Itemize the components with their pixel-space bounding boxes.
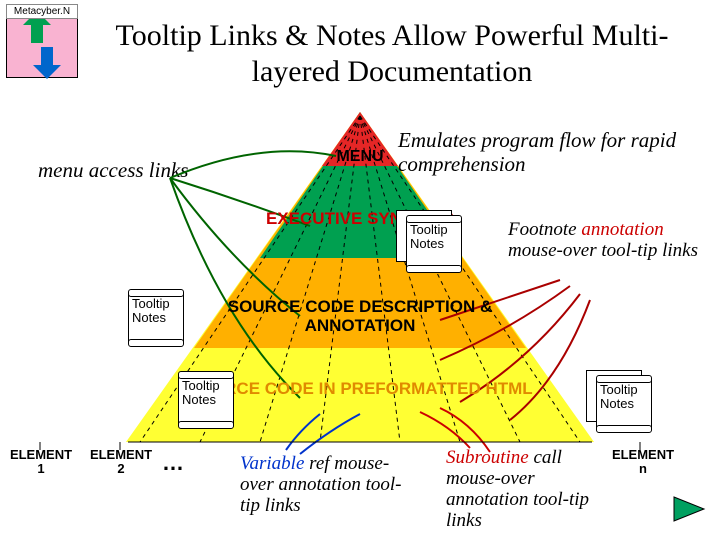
element-dots: … — [162, 450, 192, 476]
label-src-html: SOURCE CODE IN PREFORMATTED HTML — [180, 380, 540, 399]
tooltip-note-b: Tooltip Notes — [128, 292, 184, 344]
page-title: Tooltip Links & Notes Allow Powerful Mul… — [92, 18, 692, 90]
element-2: ELEMENT 2 — [86, 448, 156, 477]
label-menu: MENU — [336, 148, 383, 166]
label-src-desc: SOURCE CODE DESCRIPTION & ANNOTATION — [200, 298, 520, 335]
tooltip-note-a: Tooltip Notes — [406, 218, 462, 270]
tagline: Emulates program flow for rapid comprehe… — [398, 128, 708, 176]
subtitle: menu access links — [38, 158, 188, 183]
annotation-variable: Variable ref mouse-over annotation tool-… — [240, 454, 410, 517]
element-1: ELEMENT 1 — [6, 448, 76, 477]
element-n: ELEMENT n — [608, 448, 678, 477]
tooltip-note-d: Tooltip Notes — [596, 378, 652, 430]
annotation-footnote: Footnote annotation mouse-over tool-tip … — [508, 220, 708, 262]
tooltip-note-c: Tooltip Notes — [178, 374, 234, 426]
annotation-subroutine: Subroutine call mouse-over annotation to… — [446, 448, 606, 532]
next-arrow[interactable] — [672, 495, 706, 528]
logo-label: Metacyber.N — [6, 4, 78, 19]
